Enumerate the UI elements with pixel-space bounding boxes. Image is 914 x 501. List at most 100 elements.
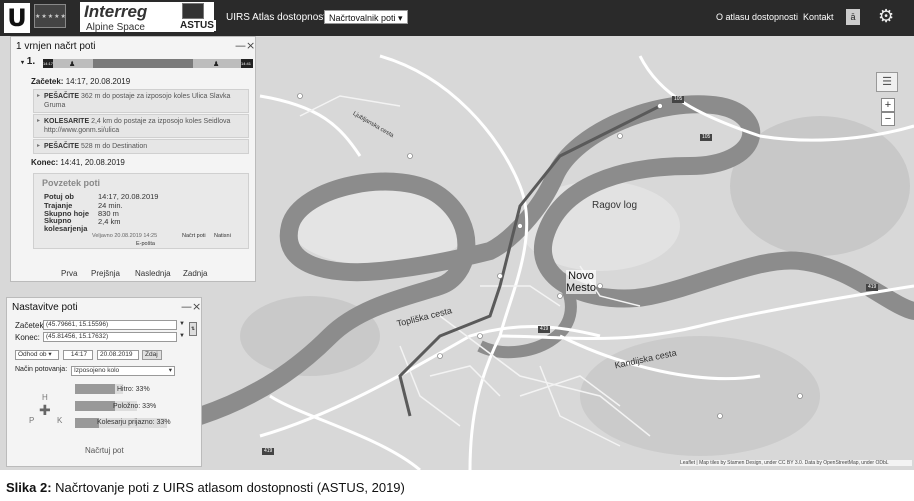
start-label: Začetek:: [31, 77, 64, 86]
depart-date-input[interactable]: 20.08.2019: [97, 350, 139, 360]
chevron-down-icon: ▾: [168, 367, 172, 374]
compass-east-label: K: [57, 416, 63, 425]
end-field-label: Konec:: [15, 333, 40, 342]
bar-bike-segment: [93, 59, 193, 68]
itinerary-step[interactable]: ▸ PEŠAČITE 528 m do Destination: [33, 139, 249, 154]
end-time: 14:41, 20.08.2019: [60, 158, 125, 167]
route-start: Začetek: 14:17, 20.08.2019: [31, 77, 130, 86]
caret-down-icon: ▾: [21, 60, 25, 66]
slider-label-fast: Hitro: 33%: [117, 386, 150, 393]
collapse-button[interactable]: —: [235, 39, 246, 52]
close-button[interactable]: ×: [192, 300, 201, 313]
step-mode: KOLESARITE: [44, 118, 90, 125]
layers-button[interactable]: ☰: [876, 72, 898, 92]
chevron-down-icon[interactable]: ▼: [179, 321, 185, 327]
mode-select-value: Izposojeno kolo: [74, 367, 120, 374]
uirs-logo[interactable]: U: [4, 3, 30, 33]
caret-right-icon: ▸: [37, 93, 41, 99]
bar-start-tag: 14:17: [43, 59, 54, 68]
nav-contact-link[interactable]: Kontakt: [803, 12, 834, 22]
caption-label: Slika 2:: [6, 480, 52, 495]
interreg-name: Interreg: [84, 2, 148, 21]
end-label: Konec:: [31, 158, 59, 167]
route-end: Konec: 14:41, 20.08.2019: [31, 158, 125, 167]
itinerary-step[interactable]: ▸ KOLESARITE 2,4 km do postaje za izposoj…: [33, 114, 249, 138]
planner-select[interactable]: Načrtovalnik poti ▾: [324, 10, 408, 24]
route-itinerary-bar[interactable]: ▾ 1. 14:17 ♟ ♟ 14:41: [21, 56, 253, 69]
depart-select-value: Odhod ob: [18, 351, 47, 358]
slider-fill-bike-friendly[interactable]: [75, 418, 99, 428]
bar-walk-segment: ♟: [193, 59, 241, 68]
app-title: UIRS Atlas dostopnosti: [226, 12, 329, 23]
road-badge: 419: [866, 284, 879, 291]
route-number-value: 1.: [26, 56, 36, 67]
chevron-down-icon[interactable]: ▼: [179, 333, 185, 339]
plan-route-button[interactable]: Načrtuj pot: [85, 446, 124, 455]
slider-fill-fast[interactable]: [75, 384, 115, 394]
compass-north-label: H: [42, 393, 48, 402]
caret-right-icon: ▸: [37, 118, 41, 124]
summary-print-link[interactable]: Natisni: [214, 233, 231, 239]
mode-label: Način potovanja:: [15, 366, 68, 373]
chevron-down-icon: ▾: [398, 13, 403, 23]
swap-icon[interactable]: ⇅: [189, 322, 197, 336]
start-time: 14:17, 20.08.2019: [65, 77, 131, 86]
depart-time-input[interactable]: 14:17: [63, 350, 93, 360]
summary-label: Potuj ob: [44, 192, 74, 201]
depart-select[interactable]: Odhod ob ▾: [15, 350, 59, 360]
route-summary: Povzetek poti Potuj ob 14:17, 20.08.2019…: [33, 173, 249, 249]
road-badge: 419: [262, 448, 275, 455]
map-label-town: Novo Mesto: [566, 270, 596, 294]
summary-email-link[interactable]: E-pošta: [136, 241, 155, 247]
gear-icon[interactable]: ⚙: [878, 6, 894, 27]
collapse-button[interactable]: —: [181, 300, 192, 313]
interreg-logo: Interreg Alpine Space: [80, 2, 180, 33]
road-badge: 105: [700, 134, 713, 141]
figure-caption: Slika 2: Načrtovanje poti z UIRS atlasom…: [6, 480, 405, 495]
pager-first[interactable]: Prva: [61, 269, 77, 278]
mode-select[interactable]: Izposojeno kolo ▾: [71, 366, 175, 376]
route-settings-panel: Nastavitve poti — × Začetek: (45.79661, …: [6, 297, 202, 467]
slider-fill-flat[interactable]: [75, 401, 115, 411]
translate-icon[interactable]: ā: [846, 9, 860, 25]
crosshair-icon[interactable]: ✚: [39, 402, 51, 419]
caret-right-icon: ▸: [37, 143, 41, 149]
layers-icon: ☰: [882, 76, 892, 88]
planner-select-value: Načrtovalnik poti: [329, 13, 396, 23]
pager-prev[interactable]: Prejšnja: [91, 269, 120, 278]
settings-panel-title: Nastavitve poti: [12, 302, 78, 313]
summary-plan-link[interactable]: Načrt poti: [182, 233, 206, 239]
slider-label-bike-friendly: Kolesarju prijazno: 33%: [97, 419, 171, 426]
slider-label-flat: Položno: 33%: [113, 403, 157, 410]
bar-end-tag: 14:41: [241, 59, 253, 68]
map-attribution: Leaflet | Map tiles by Stamen Design, un…: [680, 460, 912, 466]
summary-value: 14:17, 20.08.2019: [98, 192, 159, 201]
end-location-input[interactable]: (45.81456, 15.17632): [43, 332, 177, 342]
pager-next[interactable]: Naslednja: [135, 269, 171, 278]
summary-generated: Veljavno 20.08.2019 14:25: [92, 233, 158, 239]
route-result-panel: 1 vrnjen načrt poti — × ▾ 1. 14:17 ♟ ♟ 1…: [10, 36, 256, 282]
caption-text: Načrtovanje poti z UIRS atlasom dostopno…: [55, 480, 405, 495]
interreg-program: Alpine Space: [86, 22, 145, 33]
step-text: 528 m do Destination: [80, 143, 148, 150]
itinerary-step[interactable]: ▸ PEŠAČITE 362 m do postaje za izposojo k…: [33, 89, 249, 113]
astus-name: ASTUS: [178, 20, 216, 31]
map-label-forest: Ragov log: [592, 200, 638, 211]
close-button[interactable]: ×: [246, 39, 255, 52]
compass-west-label: P: [29, 416, 35, 425]
zoom-out-button[interactable]: −: [881, 112, 895, 126]
walk-icon: ♟: [69, 61, 76, 68]
step-mode: PEŠAČITE: [44, 93, 80, 100]
nav-about-link[interactable]: O atlasu dostopnosti: [716, 12, 798, 22]
summary-label: Skupno kolesarjenja: [44, 216, 88, 233]
summary-value: 2,4 km: [98, 217, 121, 226]
road-badge: 419: [538, 326, 551, 333]
pager-last[interactable]: Zadnja: [183, 269, 207, 278]
zoom-in-button[interactable]: +: [881, 98, 895, 112]
app-window: Ragov log Novo Mesto Topliška cesta Kand…: [0, 0, 914, 470]
route-panel-title: 1 vrnjen načrt poti: [16, 41, 96, 52]
top-bar: U ★★★★★ Interreg Alpine Space ASTUS UIRS…: [0, 0, 914, 36]
chevron-down-icon: ▾: [48, 351, 52, 358]
start-location-input[interactable]: (45.79661, 15.15596): [43, 320, 177, 330]
now-button[interactable]: Zdaj: [142, 350, 162, 360]
